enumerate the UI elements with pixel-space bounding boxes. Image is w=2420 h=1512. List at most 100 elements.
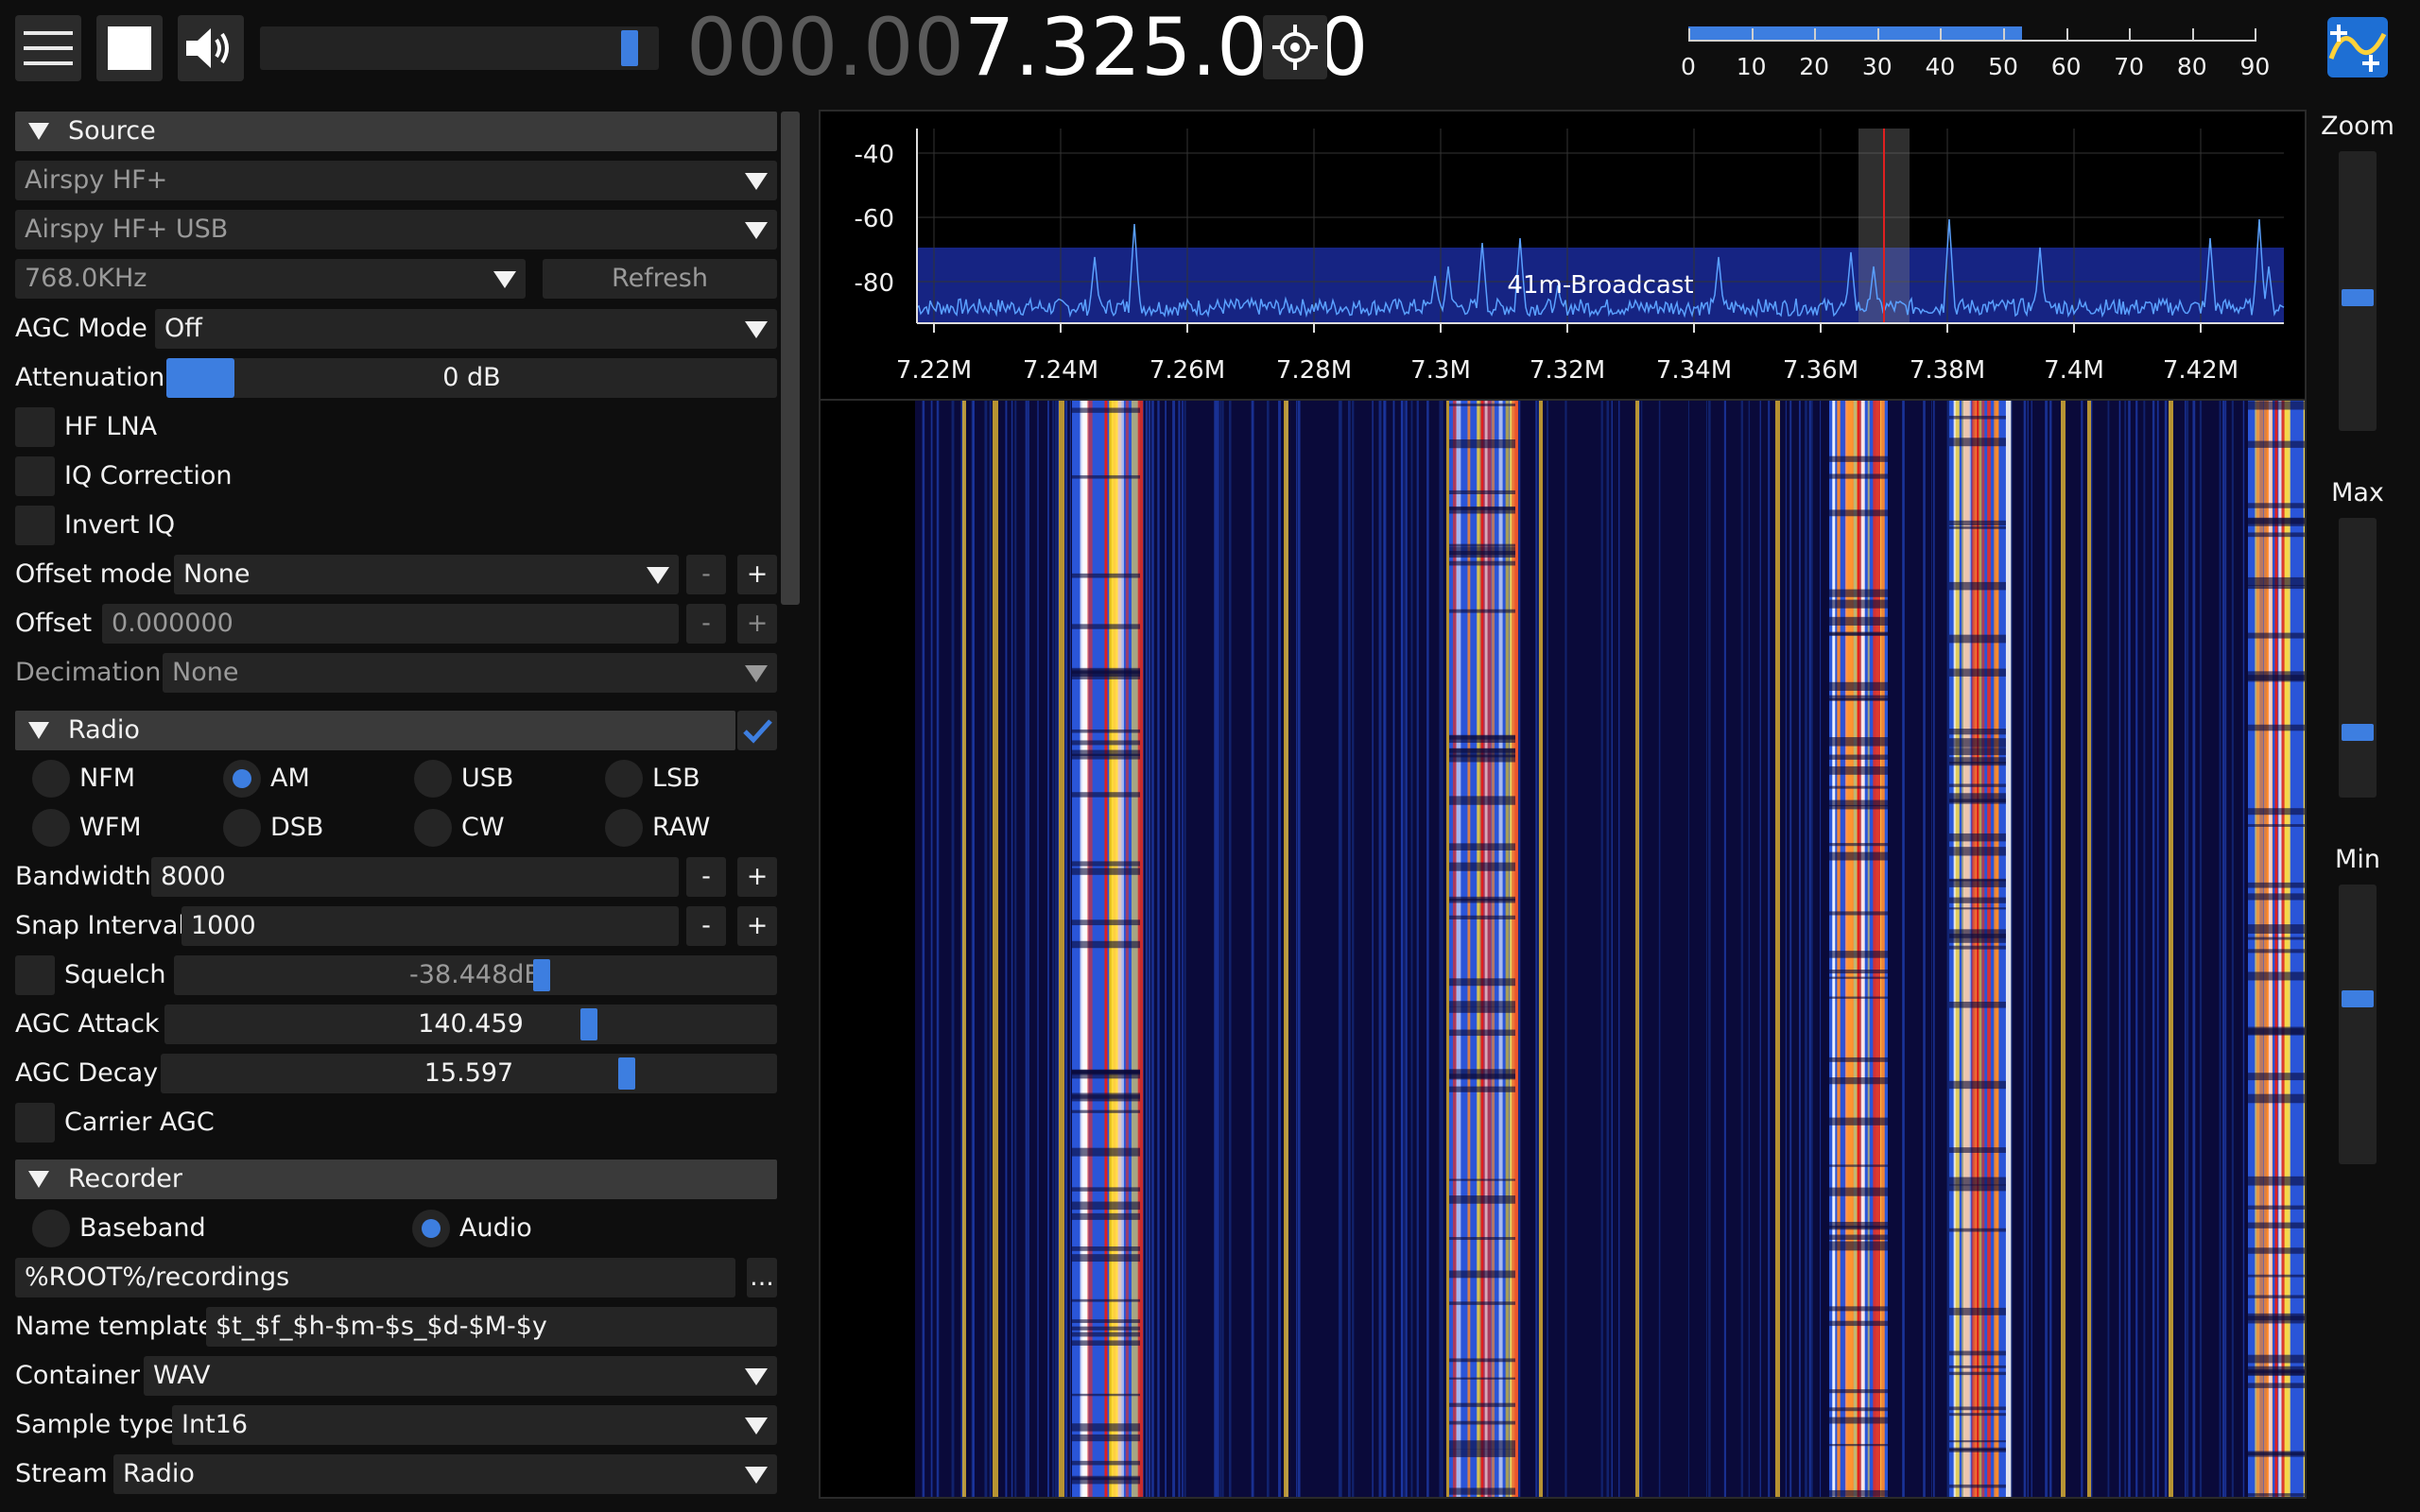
waterfall-noise-column [1658,401,1661,1497]
crosshair-icon [1272,25,1318,70]
source-device-select[interactable]: Airspy HF+ [15,161,777,200]
waterfall-noise-column [2090,401,2093,1497]
min-slider[interactable] [2339,885,2377,1164]
radio-header[interactable]: Radio [15,711,735,750]
mode-radio-nfm[interactable] [32,760,70,798]
waterfall-gap [2248,949,2305,954]
snap-interval-increment-button[interactable]: + [737,906,777,946]
max-slider-grab[interactable] [2342,724,2374,741]
carrier-agc-checkbox[interactable] [15,1103,55,1143]
decimation-label: Decimation [15,658,162,687]
waterfall-gap [1949,799,2006,804]
offset-mode-select[interactable]: None [174,555,679,594]
mode-radio-cw[interactable] [414,809,452,847]
decimation-select[interactable]: None [163,653,777,693]
offset-mode-increment-button[interactable]: + [737,555,777,594]
waterfall-carrier [962,401,966,1497]
bandwidth-input[interactable]: 8000 [151,857,679,897]
fft-db-label: -60 [855,205,894,233]
source-header[interactable]: Source [15,112,777,151]
fft-freq-label: 7.34M [1656,356,1732,385]
waterfall-gap [1449,978,1515,987]
volume-slider-grab[interactable] [621,30,639,66]
waterfall-gap [1949,1413,2006,1417]
waterfall-gap [2248,401,2305,410]
audio-radio[interactable] [412,1210,450,1247]
agc-decay-slider-grab[interactable] [618,1057,635,1090]
waterfall-noise-column [1251,401,1254,1497]
fft-plot[interactable]: -40 -60 -80 7.22M 7.24M 7.26M 7.28M 7.3M 7.32M 7.… [821,112,2305,401]
squelch-checkbox[interactable] [15,955,55,995]
recorder-header[interactable]: Recorder [15,1160,777,1199]
recording-path-input[interactable]: %ROOT%/recordings [15,1258,735,1297]
waterfall-gap [1829,1234,1888,1241]
browse-path-button[interactable]: ... [747,1258,777,1297]
offset-mode-decrement-button[interactable]: - [686,555,726,594]
menu-button[interactable] [15,15,81,81]
waterfall-noise-column [2224,401,2227,1497]
iq-correction-checkbox[interactable] [15,456,55,496]
waterfall-noise-column [2031,401,2032,1497]
bandwidth-increment-button[interactable]: + [737,857,777,897]
center-tuning-button[interactable] [1263,15,1327,79]
squelch-slider-grab[interactable] [533,959,550,991]
agc-decay-slider[interactable]: 15.597 [161,1054,777,1093]
menu-scrollbar[interactable] [781,112,800,605]
sample-type-select[interactable]: Int16 [172,1405,777,1445]
volume-button[interactable] [178,15,244,81]
container-select[interactable]: WAV [144,1356,777,1396]
attenuation-slider[interactable]: 0 dB [166,358,777,398]
container-label: Container [15,1361,140,1390]
zoom-slider[interactable] [2339,151,2377,431]
frequency-leading-digits[interactable]: 000.00 [686,1,964,94]
waterfall-noise-column [1535,401,1538,1497]
min-slider-grab[interactable] [2342,990,2374,1007]
agc-attack-slider[interactable]: 140.459 [164,1005,777,1044]
waterfall-plot[interactable] [821,401,2307,1497]
samplerate-select[interactable]: 768.0KHz [15,259,526,299]
waterfall-gap [2248,1383,2305,1388]
stream-select[interactable]: Radio [113,1454,777,1494]
name-template-input[interactable]: $t_$f_$h-$m-$s_$d-$M-$y [206,1307,777,1347]
waterfall-gap [1829,765,1888,775]
baseband-radio[interactable] [32,1210,70,1247]
hf-lna-checkbox[interactable] [15,407,55,447]
snr-meter-tick [1688,28,1690,42]
stop-button[interactable] [96,15,163,81]
offset-input[interactable]: 0.000000 [102,604,679,644]
agc-attack-slider-grab[interactable] [580,1008,597,1040]
mode-radio-raw[interactable] [605,809,643,847]
mode-radio-am[interactable] [223,760,261,798]
volume-slider[interactable] [260,26,659,70]
refresh-button-label: Refresh [612,264,708,293]
refresh-button[interactable]: Refresh [543,259,777,299]
offset-increment-button[interactable]: + [737,604,777,644]
snap-interval-input[interactable]: 1000 [182,906,679,946]
chevron-down-icon [745,1467,768,1484]
waterfall-noise-column [1933,401,1935,1497]
waterfall-noise-column [2124,401,2127,1497]
waterfall-noise-column [1145,401,1149,1497]
offset-decrement-button[interactable]: - [686,604,726,644]
fft-spectrum[interactable]: -40 -60 -80 7.22M 7.24M 7.26M 7.28M 7.3M 7.32M 7.… [819,110,2307,403]
invert-iq-checkbox[interactable] [15,506,55,545]
max-slider[interactable] [2339,518,2377,798]
radio-enable-checkbox[interactable] [737,711,777,750]
bandwidth-decrement-button[interactable]: - [686,857,726,897]
snap-interval-decrement-button[interactable]: - [686,906,726,946]
waterfall[interactable] [819,399,2307,1499]
waterfall-gap [1072,1423,1140,1432]
waterfall-gap [1072,1434,1140,1442]
source-serial-select[interactable]: Airspy HF+ USB [15,210,777,249]
zoom-slider-grab[interactable] [2342,289,2374,306]
agc-mode-select[interactable]: Off [155,309,777,349]
mode-radio-dsb[interactable] [223,809,261,847]
mode-radio-usb[interactable] [414,760,452,798]
mode-radio-lsb[interactable] [605,760,643,798]
fft-freq-label: 7.42M [2163,356,2238,385]
fft-freq-label: 7.36M [1783,356,1858,385]
mode-radio-wfm[interactable] [32,809,70,847]
waterfall-gap [1072,1332,1140,1337]
squelch-slider[interactable]: -38.448dB [174,955,777,995]
snr-meter-tick [2003,28,2005,42]
